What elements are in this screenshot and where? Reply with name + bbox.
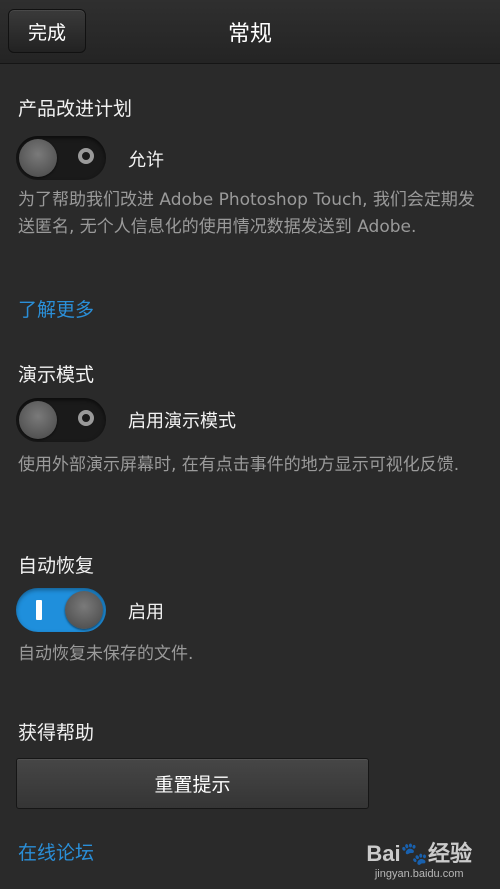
reset-tips-button[interactable]: 重置提示	[16, 758, 369, 809]
top-bar: 完成 常规	[0, 0, 500, 64]
auto-recovery-toggle[interactable]	[16, 588, 106, 632]
product-improvement-description: 为了帮助我们改进 Adobe Photoshop Touch, 我们会定期发送匿…	[18, 190, 475, 237]
get-help-title: 获得帮助	[18, 722, 95, 744]
allow-toggle[interactable]	[16, 136, 106, 180]
demo-mode-description: 使用外部演示屏幕时, 在有点击事件的地方显示可视化反馈.	[18, 455, 460, 475]
toggle-knob	[19, 139, 57, 177]
toggle-knob	[19, 401, 57, 439]
on-indicator-icon	[36, 600, 42, 620]
learn-more-link[interactable]: 了解更多	[18, 295, 94, 322]
auto-recovery-title: 自动恢复	[18, 555, 95, 577]
toggle-knob	[65, 591, 103, 629]
auto-recovery-toggle-label: 启用	[128, 602, 164, 623]
watermark-logo-text: Bai🐾经验	[366, 841, 472, 866]
online-forum-link[interactable]: 在线论坛	[18, 838, 94, 865]
allow-toggle-label: 允许	[128, 150, 164, 171]
watermark-url: jingyan.baidu.com	[374, 868, 464, 880]
demo-mode-toggle[interactable]	[16, 398, 106, 442]
demo-mode-title: 演示模式	[18, 364, 95, 386]
auto-recovery-description: 自动恢复未保存的文件.	[18, 644, 194, 664]
demo-mode-toggle-label: 启用演示模式	[128, 411, 236, 432]
baidu-jingyan-watermark: Bai🐾经验 jingyan.baidu.com	[366, 836, 472, 880]
off-indicator-icon	[78, 148, 94, 164]
product-improvement-title: 产品改进计划	[18, 98, 133, 120]
done-button[interactable]: 完成	[8, 9, 86, 53]
off-indicator-icon	[78, 410, 94, 426]
